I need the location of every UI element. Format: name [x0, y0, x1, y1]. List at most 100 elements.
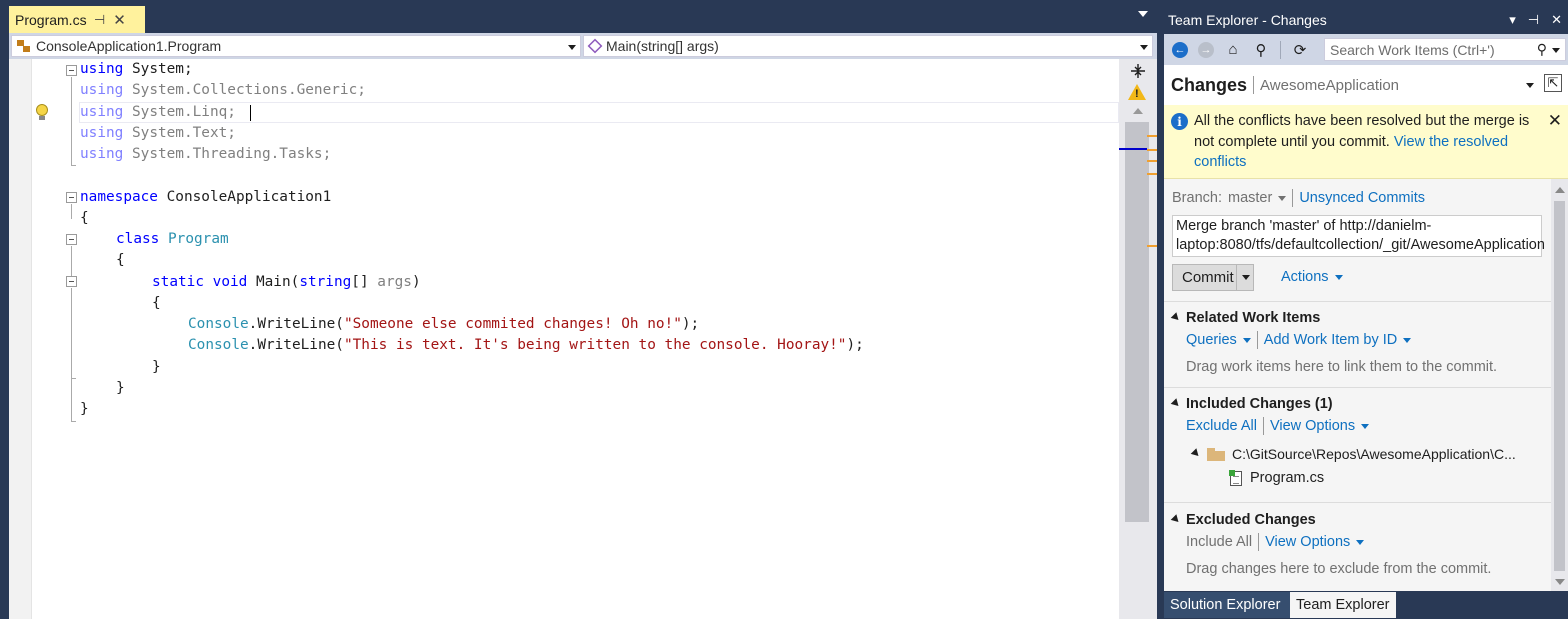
class-icon — [16, 39, 32, 53]
code-line-9: class Program — [116, 231, 229, 247]
outline-guide — [71, 165, 76, 166]
code-line-10: { — [116, 252, 125, 268]
related-work-items-actions: Queries Add Work Item by ID — [1186, 331, 1412, 349]
team-explorer-panel: Team Explorer - Changes ▾ ⊣ ✕ ← → ⌂ ⚲ ⟳ … — [1162, 0, 1568, 619]
team-explorer-toolbar: ← → ⌂ ⚲ ⟳ Search Work Items (Ctrl+') ⚲ — [1164, 34, 1568, 65]
repository-name: AwesomeApplication — [1260, 76, 1400, 94]
close-icon[interactable]: ✕ — [1551, 12, 1562, 28]
team-explorer-scrollbar[interactable] — [1551, 179, 1568, 591]
code-line-16: } — [116, 380, 125, 396]
split-editor-icon[interactable] — [1129, 63, 1147, 79]
code-line-1: using System; — [80, 61, 193, 77]
change-marker — [1147, 149, 1157, 151]
scroll-up-icon[interactable] — [1133, 108, 1143, 114]
page-title[interactable]: Changes — [1171, 75, 1247, 96]
pin-icon[interactable]: ⊣ — [1528, 12, 1539, 28]
search-work-items-input[interactable]: Search Work Items (Ctrl+') ⚲ — [1324, 38, 1566, 61]
popout-icon[interactable]: ⇱ — [1544, 74, 1562, 92]
tree-file-item[interactable]: Program.cs — [1229, 469, 1325, 486]
included-changes-actions: Exclude All View Options — [1186, 417, 1370, 435]
tab-solution-explorer[interactable]: Solution Explorer — [1164, 592, 1290, 618]
change-marker — [1147, 173, 1157, 175]
add-work-item-by-id-dropdown[interactable]: Add Work Item by ID — [1264, 332, 1412, 348]
scroll-down-icon[interactable] — [1555, 579, 1565, 585]
info-icon: i — [1171, 113, 1188, 130]
code-text[interactable]: using System; using System.Collections.G… — [9, 59, 1119, 619]
team-explorer-body: ← → ⌂ ⚲ ⟳ Search Work Items (Ctrl+') ⚲ C… — [1164, 34, 1568, 591]
code-line-2: using System.Collections.Generic; — [80, 82, 366, 98]
section-divider — [1164, 301, 1551, 302]
queries-dropdown[interactable]: Queries — [1186, 332, 1251, 348]
branch-label: Branch: — [1172, 190, 1222, 206]
refresh-icon[interactable]: ⟳ — [1291, 41, 1309, 59]
panel-title-controls: ▾ ⊣ ✕ — [1509, 12, 1562, 28]
navigation-bar: ConsoleApplication1.Program Main(string[… — [9, 33, 1157, 59]
unsynced-commits-link[interactable]: Unsynced Commits — [1299, 190, 1425, 206]
chevron-down-icon[interactable] — [1242, 275, 1250, 280]
outline-guide — [71, 378, 72, 421]
code-line-17: } — [80, 401, 89, 417]
chevron-down-icon[interactable] — [1552, 48, 1560, 53]
collapse-icon[interactable] — [66, 234, 77, 245]
excluded-changes-header[interactable]: Excluded Changes — [1170, 512, 1316, 528]
back-icon[interactable]: ← — [1172, 41, 1188, 58]
connect-icon[interactable]: ⚲ — [1252, 41, 1270, 59]
search-icon[interactable]: ⚲ — [1537, 41, 1547, 58]
scroll-thumb[interactable] — [1554, 201, 1565, 571]
chevron-down-icon[interactable] — [1526, 83, 1534, 88]
file-name: Program.cs — [1250, 470, 1325, 486]
expand-icon — [1170, 513, 1182, 525]
toolbar-separator — [1280, 40, 1281, 59]
folder-path: C:\GitSource\Repos\AwesomeApplication\C.… — [1232, 446, 1516, 462]
code-line-5: using System.Threading.Tasks; — [80, 146, 332, 162]
home-icon[interactable]: ⌂ — [1224, 41, 1242, 59]
editor-vertical-scrollbar[interactable]: ! — [1119, 59, 1157, 619]
commit-split-button[interactable]: Commit — [1172, 264, 1254, 291]
method-icon — [587, 38, 603, 54]
related-work-items-header[interactable]: Related Work Items — [1170, 310, 1320, 326]
merge-info-banner: i All the conflicts have been resolved b… — [1164, 105, 1568, 179]
code-area[interactable]: using System; using System.Collections.G… — [9, 59, 1157, 619]
change-marker — [1147, 135, 1157, 137]
type-scope-value: ConsoleApplication1.Program — [36, 38, 222, 54]
tab-program-cs[interactable]: Program.cs ⊣ ✕ — [9, 6, 145, 33]
commit-message-input[interactable]: Merge branch 'master' of http://danielm-… — [1172, 215, 1545, 257]
changes-content: Branch: master Unsynced Commits Merge br… — [1164, 179, 1551, 591]
code-line-7: namespace ConsoleApplication1 — [80, 189, 332, 205]
collapse-icon[interactable] — [66, 276, 77, 287]
include-all-link[interactable]: Include All — [1186, 534, 1252, 550]
collapse-icon[interactable] — [66, 65, 77, 76]
code-editor-window: Program.cs ⊣ ✕ ConsoleApplication1.Progr… — [0, 0, 1157, 619]
page-header: Changes AwesomeApplication ⇱ — [1164, 65, 1568, 105]
scroll-up-icon[interactable] — [1555, 187, 1565, 193]
branch-dropdown[interactable]: master — [1228, 190, 1287, 206]
panel-title: Team Explorer - Changes — [1162, 6, 1568, 34]
close-icon[interactable]: ✕ — [113, 11, 127, 29]
collapse-icon[interactable] — [66, 192, 77, 203]
pin-icon[interactable]: ⊣ — [93, 12, 107, 28]
actions-menu[interactable]: Actions — [1281, 269, 1343, 285]
separator — [1258, 533, 1260, 551]
commit-button[interactable]: Commit — [1173, 269, 1236, 286]
tab-overflow-dropdown-icon[interactable] — [1138, 11, 1148, 17]
code-line-15: } — [152, 359, 161, 375]
included-changes-header[interactable]: Included Changes (1) — [1170, 396, 1333, 412]
close-icon[interactable]: ✕ — [1548, 111, 1562, 131]
change-marker — [1147, 245, 1157, 247]
type-scope-dropdown[interactable]: ConsoleApplication1.Program — [11, 35, 581, 57]
header-separator — [1253, 76, 1255, 94]
expand-icon[interactable] — [1190, 447, 1202, 459]
view-options-dropdown[interactable]: View Options — [1265, 534, 1365, 550]
outline-guide — [71, 77, 72, 165]
member-scope-dropdown[interactable]: Main(string[] args) — [583, 35, 1153, 57]
separator — [1262, 417, 1264, 435]
exclude-all-link[interactable]: Exclude All — [1186, 418, 1257, 434]
forward-icon[interactable]: → — [1198, 41, 1214, 58]
tab-team-explorer[interactable]: Team Explorer — [1290, 592, 1396, 618]
scroll-thumb[interactable] — [1125, 122, 1149, 522]
window-menu-icon[interactable]: ▾ — [1509, 12, 1516, 28]
code-line-14: Console.WriteLine("This is text. It's be… — [188, 337, 864, 353]
section-divider — [1164, 387, 1551, 388]
view-options-dropdown[interactable]: View Options — [1270, 418, 1370, 434]
tree-folder-item[interactable]: C:\GitSource\Repos\AwesomeApplication\C.… — [1190, 446, 1516, 462]
